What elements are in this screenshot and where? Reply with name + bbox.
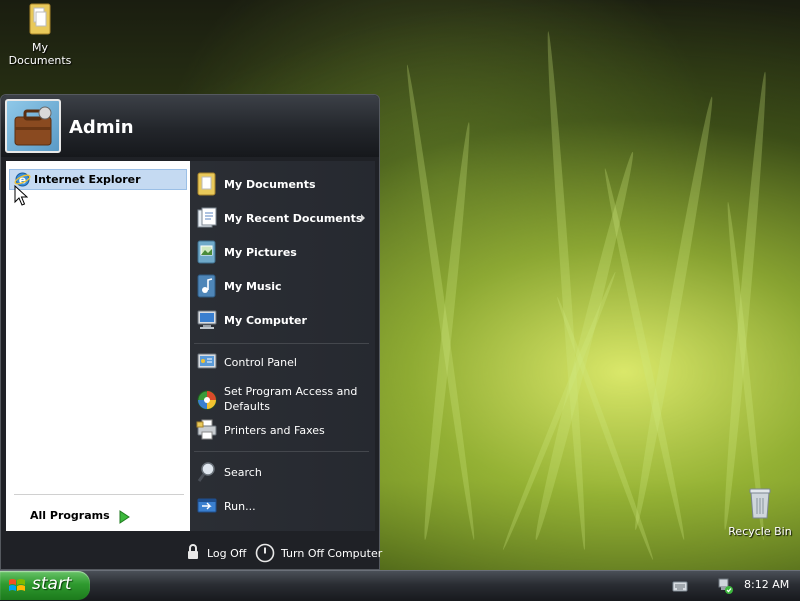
all-programs-button[interactable]: All Programs bbox=[30, 509, 140, 527]
menu-item-my-computer[interactable]: My Computer bbox=[196, 305, 371, 337]
my-computer-icon bbox=[196, 308, 218, 335]
mouse-cursor-icon bbox=[14, 184, 29, 210]
menu-item-my-music[interactable]: My Music bbox=[196, 271, 371, 303]
divider bbox=[194, 451, 369, 452]
user-name: Admin bbox=[69, 117, 134, 138]
menu-item-label: Printers and Faxes bbox=[224, 424, 325, 437]
start-menu-header: Admin bbox=[1, 95, 379, 157]
menu-item-printers-and-faxes[interactable]: Printers and Faxes bbox=[196, 415, 371, 447]
power-icon bbox=[255, 543, 275, 566]
menu-item-label: My Documents bbox=[224, 178, 316, 191]
start-menu: Admin e Internet Explorer All Programs M… bbox=[0, 94, 382, 571]
menu-item-label: Search bbox=[224, 466, 262, 479]
menu-item-my-recent-documents[interactable]: My Recent Documents bbox=[196, 203, 371, 235]
start-menu-places-pane: My Documents My Recent Documents My Pict… bbox=[190, 161, 375, 531]
menu-item-label: Set Program Access and Defaults bbox=[224, 385, 358, 413]
pinned-item-label: Internet Explorer bbox=[34, 173, 141, 186]
desktop-icon-my-documents[interactable]: My Documents bbox=[0, 2, 80, 67]
menu-item-my-documents[interactable]: My Documents bbox=[196, 169, 371, 201]
keyboard-icon[interactable] bbox=[672, 579, 688, 596]
my-documents-icon bbox=[196, 172, 218, 199]
menu-item-label: My Music bbox=[224, 280, 282, 293]
all-programs-label: All Programs bbox=[30, 509, 110, 522]
control-panel-icon bbox=[196, 350, 218, 377]
start-label: start bbox=[32, 574, 72, 594]
menu-item-label: My Pictures bbox=[224, 246, 297, 259]
menu-item-label: My Recent Documents bbox=[224, 212, 363, 225]
desktop-icon-label: Recycle Bin bbox=[728, 525, 792, 538]
folder-documents-icon bbox=[0, 2, 80, 39]
clock[interactable]: 8:12 AM bbox=[744, 578, 789, 591]
log-off-label: Log Off bbox=[207, 547, 247, 560]
run-icon bbox=[196, 494, 218, 521]
pinned-item-internet-explorer[interactable]: e Internet Explorer bbox=[9, 169, 187, 190]
desktop-icon-label: My Documents bbox=[8, 41, 72, 67]
turn-off-label: Turn Off Computer bbox=[281, 547, 383, 560]
menu-item-control-panel[interactable]: Control Panel bbox=[196, 347, 371, 379]
my-music-icon bbox=[196, 274, 218, 301]
system-tray: 8:12 AM bbox=[660, 571, 800, 600]
submenu-arrow-icon bbox=[361, 214, 365, 222]
program-access-icon bbox=[196, 388, 218, 415]
divider bbox=[194, 343, 369, 344]
menu-item-set-program-access[interactable]: Set Program Access and Defaults bbox=[196, 383, 371, 415]
log-off-button[interactable]: Log Off bbox=[183, 543, 249, 563]
lock-icon bbox=[185, 543, 201, 564]
my-pictures-icon bbox=[196, 240, 218, 267]
recycle-bin-icon bbox=[720, 486, 800, 523]
divider bbox=[14, 494, 184, 495]
menu-item-my-pictures[interactable]: My Pictures bbox=[196, 237, 371, 269]
menu-item-run[interactable]: Run... bbox=[196, 491, 371, 523]
user-avatar[interactable] bbox=[5, 99, 61, 153]
menu-item-label: Run... bbox=[224, 500, 256, 513]
menu-item-label: My Computer bbox=[224, 314, 307, 327]
windows-logo-icon bbox=[8, 577, 26, 598]
start-menu-footer: Log Off Turn Off Computer bbox=[1, 535, 382, 571]
desktop-icon-recycle-bin[interactable]: Recycle Bin bbox=[720, 486, 800, 538]
menu-item-search[interactable]: Search bbox=[196, 457, 371, 489]
network-icon[interactable] bbox=[716, 577, 734, 598]
menu-item-label: Control Panel bbox=[224, 356, 297, 369]
taskbar: start 8:12 AM bbox=[0, 570, 800, 601]
green-arrow-icon bbox=[118, 509, 130, 528]
printers-icon bbox=[196, 418, 218, 445]
search-icon bbox=[196, 460, 218, 487]
start-button[interactable]: start bbox=[0, 571, 90, 600]
turn-off-computer-button[interactable]: Turn Off Computer bbox=[255, 543, 382, 566]
recent-documents-icon bbox=[196, 206, 218, 233]
start-menu-programs-pane: e Internet Explorer All Programs bbox=[6, 161, 190, 531]
